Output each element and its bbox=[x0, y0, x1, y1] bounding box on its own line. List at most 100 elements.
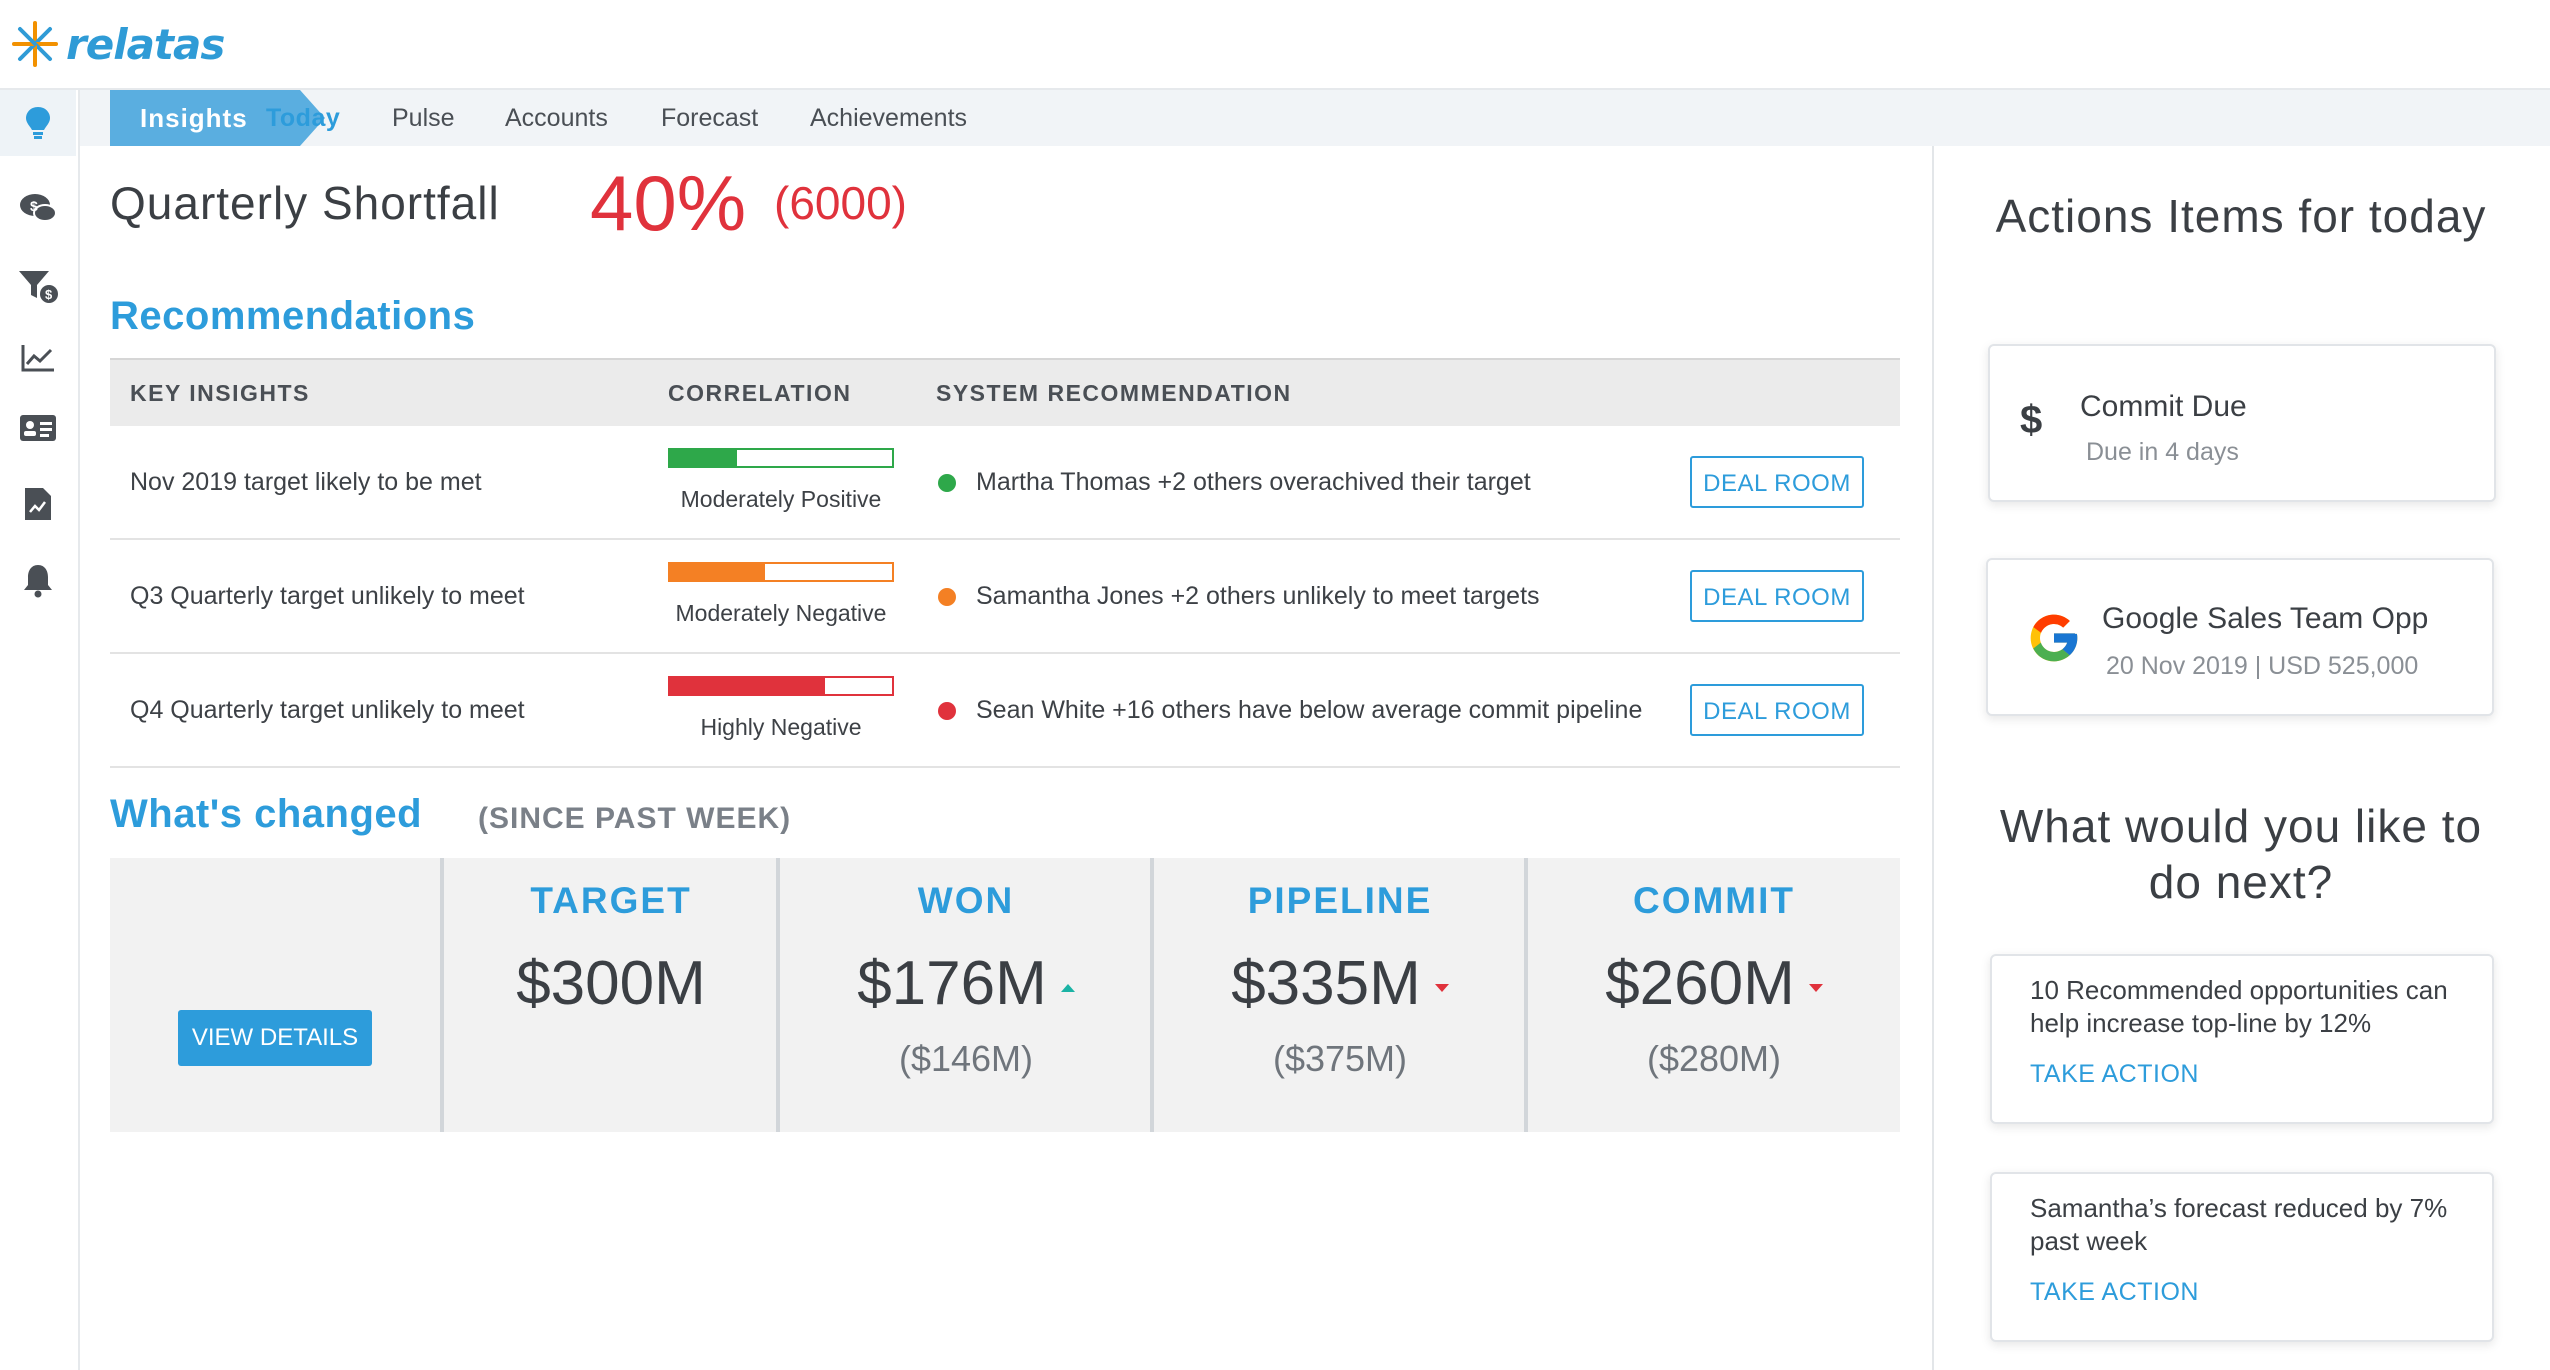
header-correlation: CORRELATION bbox=[668, 380, 852, 406]
correlation-label: Moderately Negative bbox=[675, 600, 887, 626]
action-item-title: Commit Due bbox=[2080, 390, 2247, 423]
table-row: Nov 2019 target likely to be met Moderat… bbox=[110, 426, 1900, 540]
trend-down-icon bbox=[1434, 983, 1449, 992]
sidebar: $ $ bbox=[0, 90, 80, 1370]
status-dot bbox=[938, 474, 956, 492]
correlation-indicator: Moderately Positive bbox=[668, 448, 894, 513]
app-logo[interactable]: relatas bbox=[10, 14, 225, 74]
funnel-dollar-icon[interactable]: $ bbox=[16, 264, 60, 308]
suggestion-text: Samantha’s forecast reduced by 7% past w… bbox=[2030, 1193, 2448, 1256]
trend-down-icon bbox=[1808, 983, 1823, 992]
whats-changed-title: What's changed bbox=[110, 792, 423, 836]
next-title: What would you like to do next? bbox=[1999, 800, 2483, 908]
stat-pipeline: PIPELINE $335M ($375M) bbox=[1150, 858, 1526, 1132]
tab-today[interactable]: Today bbox=[266, 90, 340, 146]
stat-target: TARGET $300M bbox=[440, 858, 778, 1132]
shortfall-amount: (6000) bbox=[774, 177, 907, 229]
view-details-button[interactable]: VIEW DETAILS bbox=[178, 1010, 372, 1066]
correlation-fill bbox=[670, 564, 766, 580]
action-item-card[interactable]: $ Commit Due Due in 4 days bbox=[1988, 344, 2496, 502]
relatas-logo-icon bbox=[12, 21, 58, 67]
tab-pulse[interactable]: Pulse bbox=[392, 90, 455, 146]
action-item-title: Google Sales Team Opp bbox=[2102, 602, 2429, 635]
stats-panel: VIEW DETAILS TARGET $300M WON $176M ($14… bbox=[110, 858, 1900, 1132]
action-item-subtitle: Due in 4 days bbox=[2086, 438, 2239, 466]
table-header: KEY INSIGHTS CORRELATION SYSTEM RECOMMEN… bbox=[110, 358, 1900, 426]
correlation-indicator: Highly Negative bbox=[668, 676, 894, 741]
google-icon bbox=[2030, 614, 2078, 662]
action-item-subtitle: 20 Nov 2019 | USD 525,000 bbox=[2106, 652, 2419, 680]
stat-value-text: $335M bbox=[1231, 949, 1421, 1018]
stat-value: $335M bbox=[1154, 948, 1526, 1019]
stat-label: COMMIT bbox=[1632, 880, 1796, 921]
stat-won: WON $176M ($146M) bbox=[776, 858, 1152, 1132]
chat-dollar-icon[interactable]: $ bbox=[16, 186, 60, 230]
deal-room-button[interactable]: DEAL ROOM bbox=[1690, 684, 1864, 736]
stat-value: $300M bbox=[444, 948, 778, 1019]
tab-bar: Insights Today Pulse Accounts Forecast A… bbox=[80, 90, 2550, 146]
stat-value-text: $300M bbox=[516, 949, 706, 1018]
stat-label: TARGET bbox=[530, 880, 692, 921]
svg-text:$: $ bbox=[30, 198, 38, 214]
header-key-insights: KEY INSIGHTS bbox=[130, 380, 310, 406]
correlation-bar bbox=[668, 562, 894, 582]
bell-icon[interactable] bbox=[16, 558, 60, 602]
lightbulb-icon[interactable] bbox=[0, 90, 76, 156]
correlation-bar bbox=[668, 448, 894, 468]
take-action-link[interactable]: TAKE ACTION bbox=[2030, 1278, 2199, 1307]
stat-commit: COMMIT $260M ($280M) bbox=[1524, 858, 1900, 1132]
stat-value: $176M bbox=[780, 948, 1152, 1019]
stat-value: $260M bbox=[1528, 948, 1900, 1019]
correlation-label: Highly Negative bbox=[700, 714, 862, 740]
shortfall-label: Quarterly Shortfall bbox=[110, 177, 500, 229]
stat-previous: ($375M) bbox=[1272, 1038, 1408, 1079]
correlation-label: Moderately Positive bbox=[680, 486, 882, 512]
deal-room-button[interactable]: DEAL ROOM bbox=[1690, 456, 1864, 508]
dollar-icon: $ bbox=[2020, 398, 2043, 442]
main-content: Quarterly Shortfall 40% (6000) Recommend… bbox=[80, 146, 1932, 1370]
stat-label: WON bbox=[917, 880, 1015, 921]
suggestion-card: 10 Recommended opportunities can help in… bbox=[1990, 954, 2494, 1124]
recommendations-title: Recommendations bbox=[110, 294, 476, 338]
report-icon[interactable] bbox=[16, 482, 60, 526]
key-insight: Nov 2019 target likely to be met bbox=[130, 468, 482, 496]
table-row: Q4 Quarterly target unlikely to meet Hig… bbox=[110, 654, 1900, 768]
actions-title: Actions Items for today bbox=[1995, 190, 2487, 242]
contact-card-icon[interactable] bbox=[16, 406, 60, 450]
system-recommendation: Sean White +16 others have below average… bbox=[976, 696, 1643, 724]
line-chart-icon[interactable] bbox=[16, 336, 60, 380]
svg-text:$: $ bbox=[45, 287, 53, 302]
top-header: relatas bbox=[0, 0, 2550, 90]
tab-accounts[interactable]: Accounts bbox=[505, 90, 608, 146]
stat-label: PIPELINE bbox=[1247, 880, 1433, 921]
trend-up-icon bbox=[1060, 983, 1075, 992]
correlation-bar bbox=[668, 676, 894, 696]
correlation-indicator: Moderately Negative bbox=[668, 562, 894, 627]
correlation-fill bbox=[670, 678, 826, 694]
take-action-link[interactable]: TAKE ACTION bbox=[2030, 1060, 2199, 1089]
action-item-card[interactable]: Google Sales Team Opp 20 Nov 2019 | USD … bbox=[1986, 558, 2494, 716]
suggestion-card: Samantha’s forecast reduced by 7% past w… bbox=[1990, 1172, 2494, 1342]
stat-previous: ($146M) bbox=[898, 1038, 1034, 1079]
system-recommendation: Samantha Jones +2 others unlikely to mee… bbox=[976, 582, 1540, 610]
status-dot bbox=[938, 588, 956, 606]
shortfall-percent: 40% bbox=[590, 159, 747, 247]
header-system-recommendation: SYSTEM RECOMMENDATION bbox=[936, 380, 1292, 406]
tab-achievements[interactable]: Achievements bbox=[810, 90, 967, 146]
stat-value-text: $260M bbox=[1605, 949, 1795, 1018]
tab-forecast[interactable]: Forecast bbox=[661, 90, 758, 146]
stat-value-text: $176M bbox=[857, 949, 1047, 1018]
suggestion-text: 10 Recommended opportunities can help in… bbox=[2030, 975, 2448, 1038]
table-row: Q3 Quarterly target unlikely to meet Mod… bbox=[110, 540, 1900, 654]
deal-room-button[interactable]: DEAL ROOM bbox=[1690, 570, 1864, 622]
key-insight: Q3 Quarterly target unlikely to meet bbox=[130, 582, 525, 610]
recommendations-table: KEY INSIGHTS CORRELATION SYSTEM RECOMMEN… bbox=[110, 358, 1900, 768]
logo-text: relatas bbox=[66, 19, 225, 69]
system-recommendation: Martha Thomas +2 others overachived thei… bbox=[976, 468, 1531, 496]
right-panel: Actions Items for today $ Commit Due Due… bbox=[1932, 146, 2550, 1370]
key-insight: Q4 Quarterly target unlikely to meet bbox=[130, 696, 525, 724]
stat-previous: ($280M) bbox=[1646, 1038, 1782, 1079]
status-dot bbox=[938, 702, 956, 720]
correlation-fill bbox=[670, 450, 737, 466]
whats-changed-subtitle: (SINCE PAST WEEK) bbox=[478, 802, 792, 835]
